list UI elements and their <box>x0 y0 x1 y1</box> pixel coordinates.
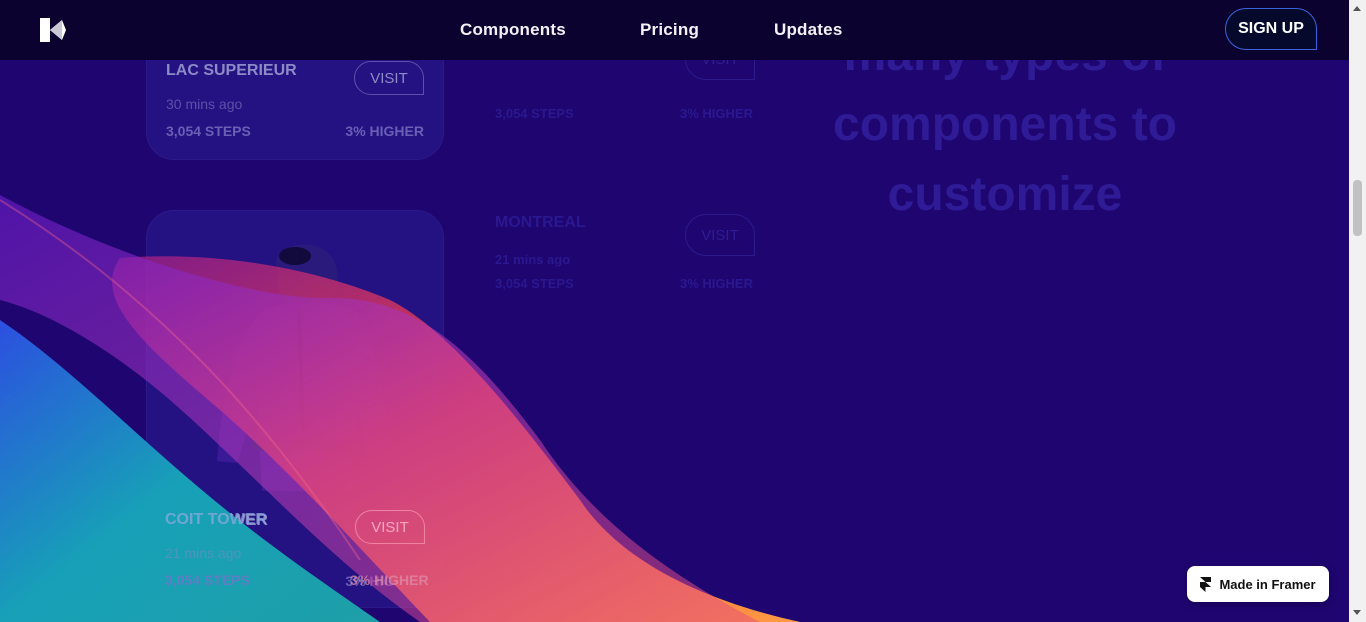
brand-logo-icon[interactable] <box>40 18 66 42</box>
scrollbar-thumb[interactable] <box>1353 180 1362 236</box>
page: VISIT 3,054 STEPS 3% HIGHER MONTREAL VIS… <box>0 0 1349 622</box>
page-scrollbar[interactable] <box>1349 0 1366 622</box>
made-in-framer-badge[interactable]: Made in Framer <box>1187 566 1329 602</box>
card-time-overlay: 21 mins ago <box>165 545 242 561</box>
sign-up-button[interactable]: SIGN UP <box>1225 8 1317 50</box>
card-delta-overlay: 3% HIGHER <box>350 572 429 588</box>
badge-label: Made in Framer <box>1219 576 1316 592</box>
scroll-down-arrow-icon[interactable] <box>1353 610 1361 615</box>
top-navbar: Components Pricing Updates SIGN UP <box>0 0 1349 60</box>
card-steps-overlay: 3,054 STEPS <box>165 572 250 588</box>
card-title-overlay: COIT TOWER <box>165 511 267 528</box>
nav-link-updates[interactable]: Updates <box>774 20 842 40</box>
framer-logo-icon <box>1200 576 1212 592</box>
nav-link-pricing[interactable]: Pricing <box>640 20 699 40</box>
nav-link-components[interactable]: Components <box>460 20 566 40</box>
visit-button-overlay[interactable]: VISIT <box>355 510 425 544</box>
scroll-up-arrow-icon[interactable] <box>1353 6 1361 11</box>
